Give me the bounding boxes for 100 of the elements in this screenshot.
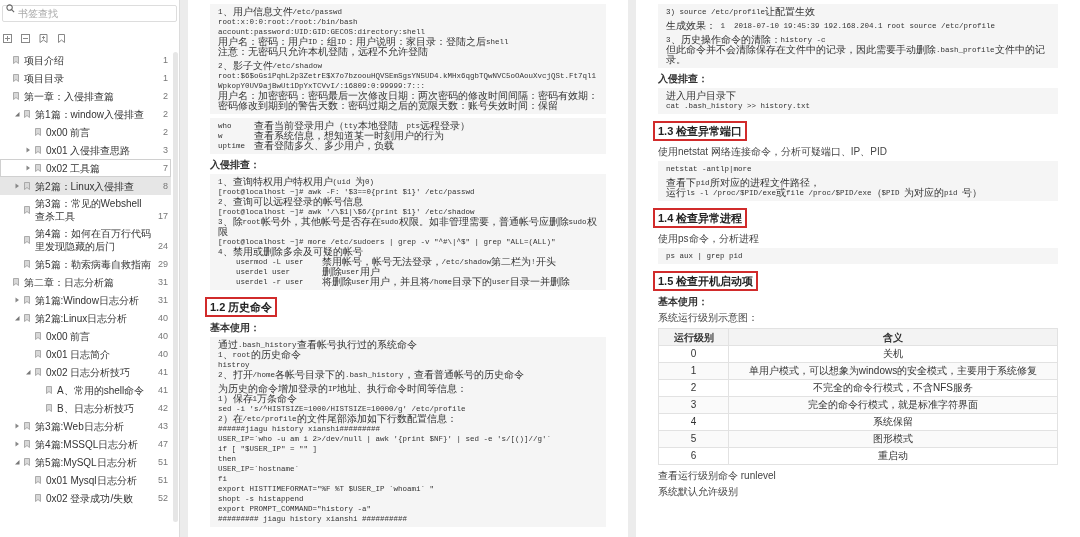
table-cell: 6 xyxy=(658,447,729,465)
column-header: 运行级别 xyxy=(658,328,729,346)
caret-right-icon[interactable] xyxy=(14,423,20,429)
table-cell: 不完全的命令行模式，不含NFS服务 xyxy=(728,379,1058,397)
bookmark-item[interactable]: 第2篇：Linux入侵排查 8 xyxy=(0,177,171,195)
page-number: 31 xyxy=(157,293,168,307)
bookmark-icon xyxy=(24,296,30,304)
bookmark-item[interactable]: 项目目录 1 xyxy=(0,69,171,87)
page-number: 40 xyxy=(157,311,168,325)
bookmark-item[interactable]: 项目介绍 1 xyxy=(0,51,171,69)
bookmark-item[interactable]: 0x00 前言 40 xyxy=(0,327,171,345)
section-heading: 1.5 检查开机启动项 xyxy=(653,271,759,291)
page-number: 2 xyxy=(162,125,168,139)
code-line: 进入用户目录下 xyxy=(666,91,737,101)
bookmark-item[interactable]: 0x01 Mysql日志分析 51 xyxy=(0,471,171,489)
page-number: 40 xyxy=(157,347,168,361)
table-cell: 4 xyxy=(658,413,729,431)
table-cell: 关机 xyxy=(728,345,1058,363)
page-number: 24 xyxy=(157,239,168,253)
page-number: 51 xyxy=(157,473,168,487)
bookmark-item[interactable]: 第1篇:Window日志分析 31 xyxy=(0,291,171,309)
caret-down-icon[interactable] xyxy=(14,459,20,465)
bookmark-item[interactable]: 第4篇：如何在百万行代码里发现隐藏的后门 24 xyxy=(0,225,171,255)
bookmark-item[interactable]: 第1篇：window入侵排查 2 xyxy=(0,105,171,123)
table-cell: 1 xyxy=(658,362,729,380)
bookmark-icon xyxy=(35,128,41,136)
bookmark-icon xyxy=(13,278,19,286)
bookmark-icon xyxy=(13,92,19,100)
page-number: 41 xyxy=(157,383,168,397)
add-bookmark-icon[interactable] xyxy=(39,34,48,43)
table-cell: 5 xyxy=(658,430,729,448)
paragraph: 系统默认允许级别 xyxy=(658,485,739,498)
caret-right-icon[interactable] xyxy=(25,147,31,153)
bookmark-item[interactable]: 0x02 工具篇 7 xyxy=(0,159,171,177)
bookmark-icon xyxy=(35,368,41,376)
bookmark-item[interactable]: 0x01 入侵排查思路 3 xyxy=(0,141,171,159)
page-number: 42 xyxy=(157,401,168,415)
section-label: 入侵排查： xyxy=(210,158,261,171)
page-number: 7 xyxy=(162,161,168,175)
scrollbar[interactable] xyxy=(173,52,178,522)
bookmark-icon xyxy=(24,110,30,118)
bookmark-item[interactable]: 0x02 登录成功/失败 52 xyxy=(0,489,171,507)
page-number: 3 xyxy=(162,143,168,157)
bookmark-icon xyxy=(24,236,30,244)
collapse-all-icon[interactable] xyxy=(21,34,30,43)
page-number: 17 xyxy=(157,209,168,223)
table-cell: 2 xyxy=(658,379,729,397)
bookmark-icon xyxy=(24,314,30,322)
page-number: 47 xyxy=(157,437,168,451)
bookmark-icon xyxy=(35,350,41,358)
bookmark-item[interactable]: 第5篇:MySQL日志分析 51 xyxy=(0,453,171,471)
bookmark-icon xyxy=(24,182,30,190)
page-number: 2 xyxy=(162,107,168,121)
caret-down-icon[interactable] xyxy=(25,369,31,375)
expand-all-icon[interactable] xyxy=(3,34,12,43)
bookmark-icon xyxy=(24,440,30,448)
section-label: 基本使用： xyxy=(210,321,261,334)
bookmark-item[interactable]: A、常用的shell命令 41 xyxy=(0,381,171,399)
code-line: 用户名：加密密码：密码最后一次修改日期：两次密码的修改时间间隔：密码有效期：密码修改到期到的警告天数：密码过期之后的宽限天数：账号失效时间：保留 xyxy=(218,91,598,111)
page-number: 51 xyxy=(157,455,168,469)
bookmark-icon[interactable] xyxy=(57,34,66,43)
bookmark-icon xyxy=(13,74,19,82)
section-heading: 1.3 检查异常端口 xyxy=(653,121,748,141)
bookmark-item[interactable]: 第2篇:Linux日志分析 40 xyxy=(0,309,171,327)
caret-down-icon[interactable] xyxy=(14,111,20,117)
table-cell: 系统保留 xyxy=(728,413,1058,431)
caret-down-icon[interactable] xyxy=(14,315,20,321)
paragraph: 使用ps命令，分析进程 xyxy=(658,232,760,245)
bookmark-icon xyxy=(24,260,30,268)
bookmark-item[interactable]: 第一章：入侵排查篇 2 xyxy=(0,87,171,105)
page-number: 31 xyxy=(157,275,168,289)
bookmark-item[interactable]: B、日志分析技巧 42 xyxy=(0,399,171,417)
section-label: 基本使用： xyxy=(658,295,709,308)
bookmark-icon xyxy=(46,404,52,412)
bookmark-item[interactable]: 0x01 日志简介 40 xyxy=(0,345,171,363)
caret-right-icon[interactable] xyxy=(14,183,20,189)
code-line: 注意：无密码只允许本机登陆，远程不允许登陆 xyxy=(218,47,428,57)
bookmark-item[interactable]: 0x00 前言 2 xyxy=(0,123,171,141)
section-heading: 1.4 检查异常进程 xyxy=(653,208,748,228)
caret-right-icon[interactable] xyxy=(25,165,31,171)
bookmark-item[interactable]: 第3篇:Web日志分析 43 xyxy=(0,417,171,435)
bookmark-item[interactable]: 0x02 日志分析技巧 41 xyxy=(0,363,171,381)
section-label: 入侵排查： xyxy=(658,72,709,85)
page-number: 1 xyxy=(162,71,168,85)
page-number: 41 xyxy=(157,365,168,379)
table-cell: 0 xyxy=(658,345,729,363)
bookmark-item[interactable]: 第5篇：勒索病毒自救指南 29 xyxy=(0,255,171,273)
bookmark-icon xyxy=(35,494,41,502)
bookmark-item[interactable]: 第二章：日志分析篇 31 xyxy=(0,273,171,291)
caret-right-icon[interactable] xyxy=(14,441,20,447)
table-cell: 重启动 xyxy=(728,447,1058,465)
bookmark-icon xyxy=(24,458,30,466)
caret-right-icon[interactable] xyxy=(14,297,20,303)
search-field[interactable]: 书签查找 xyxy=(2,5,177,22)
bookmark-item[interactable]: 第4篇:MSSQL日志分析 47 xyxy=(0,435,171,453)
page-number: 1 xyxy=(162,53,168,67)
table-cell: 图形模式 xyxy=(728,430,1058,448)
bookmark-icon xyxy=(13,56,19,64)
bookmark-item[interactable]: 第3篇：常见的Webshell查杀工具 17 xyxy=(0,195,171,225)
table-cell: 3 xyxy=(658,396,729,414)
